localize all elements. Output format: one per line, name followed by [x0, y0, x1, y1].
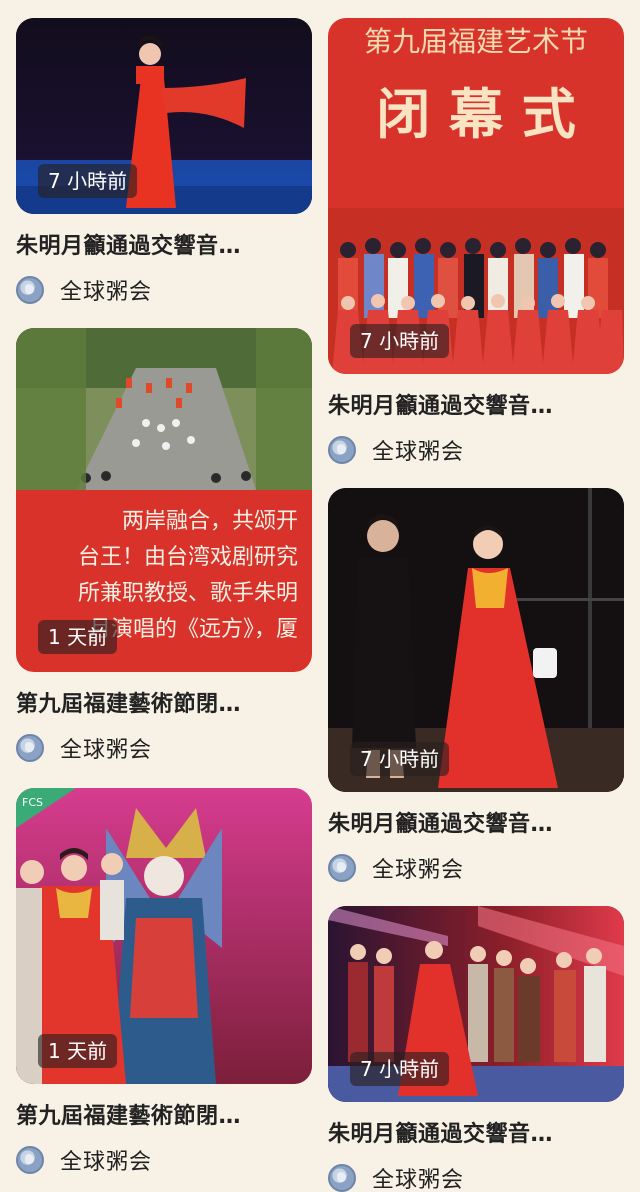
thumbnail[interactable]: 第九届福建艺术节 闭 幕 式 7 小時前	[328, 18, 624, 374]
globe-icon	[328, 854, 356, 882]
card-title[interactable]: 朱明月籲通過交響音…	[16, 228, 312, 260]
thumbnail[interactable]: 7 小時前	[328, 906, 624, 1102]
thumbnail[interactable]: 7 小時前	[16, 18, 312, 214]
parade-photo	[16, 328, 312, 490]
thumbnail[interactable]: 7 小時前	[328, 488, 624, 792]
source-row[interactable]: 全球粥会	[328, 1162, 624, 1192]
source-name: 全球粥会	[60, 1150, 153, 1175]
source-name: 全球粥会	[60, 738, 153, 763]
globe-icon	[16, 1146, 44, 1174]
thumbnail[interactable]: FCS 1 天前	[16, 788, 312, 1084]
feed-card[interactable]: 两岸融合，共颂开 台王！由台湾戏剧研究 所兼职教授、歌手朱明 月演唱的《远方》，…	[16, 328, 312, 764]
feed-card[interactable]: 7 小時前 朱明月籲通過交響音… 全球粥会	[328, 906, 624, 1192]
source-row[interactable]: 全球粥会	[328, 434, 624, 466]
source-row[interactable]: 全球粥会	[16, 732, 312, 764]
time-badge: 1 天前	[38, 620, 118, 654]
time-badge: 7 小時前	[350, 324, 450, 358]
logo-text: FCS	[22, 796, 43, 809]
group-photo	[328, 208, 624, 374]
card-title[interactable]: 第九屆福建藝術節閉…	[16, 686, 312, 718]
globe-icon	[16, 734, 44, 762]
globe-icon	[16, 276, 44, 304]
source-row[interactable]: 全球粥会	[328, 852, 624, 884]
source-name: 全球粥会	[372, 858, 465, 883]
thumbnail[interactable]: 两岸融合，共颂开 台王！由台湾戏剧研究 所兼职教授、歌手朱明 月演唱的《远方》，…	[16, 328, 312, 672]
feed-card[interactable]: 第九届福建艺术节 闭 幕 式 7 小時前 朱明月籲通過交響音… 全球粥会	[328, 18, 624, 466]
source-name: 全球粥会	[372, 1168, 465, 1192]
feed-card[interactable]: 7 小時前 朱明月籲通過交響音… 全球粥会	[16, 18, 312, 306]
time-badge: 7 小時前	[350, 1052, 450, 1086]
feed-card[interactable]: 7 小時前 朱明月籲通過交響音… 全球粥会	[328, 488, 624, 884]
time-badge: 7 小時前	[38, 164, 138, 198]
time-badge: 1 天前	[38, 1034, 118, 1068]
card-title[interactable]: 朱明月籲通過交響音…	[328, 388, 624, 420]
card-title[interactable]: 朱明月籲通過交響音…	[328, 806, 624, 838]
globe-icon	[328, 436, 356, 464]
feed-card[interactable]: FCS 1 天前 第九屆福建藝術節閉… 全球粥会	[16, 788, 312, 1176]
globe-icon	[328, 1164, 356, 1192]
card-title[interactable]: 朱明月籲通過交響音…	[328, 1116, 624, 1148]
card-title[interactable]: 第九屆福建藝術節閉…	[16, 1098, 312, 1130]
time-badge: 7 小時前	[350, 742, 450, 776]
source-name: 全球粥会	[60, 280, 153, 305]
source-row[interactable]: 全球粥会	[16, 274, 312, 306]
source-name: 全球粥会	[372, 440, 465, 465]
source-row[interactable]: 全球粥会	[16, 1144, 312, 1176]
